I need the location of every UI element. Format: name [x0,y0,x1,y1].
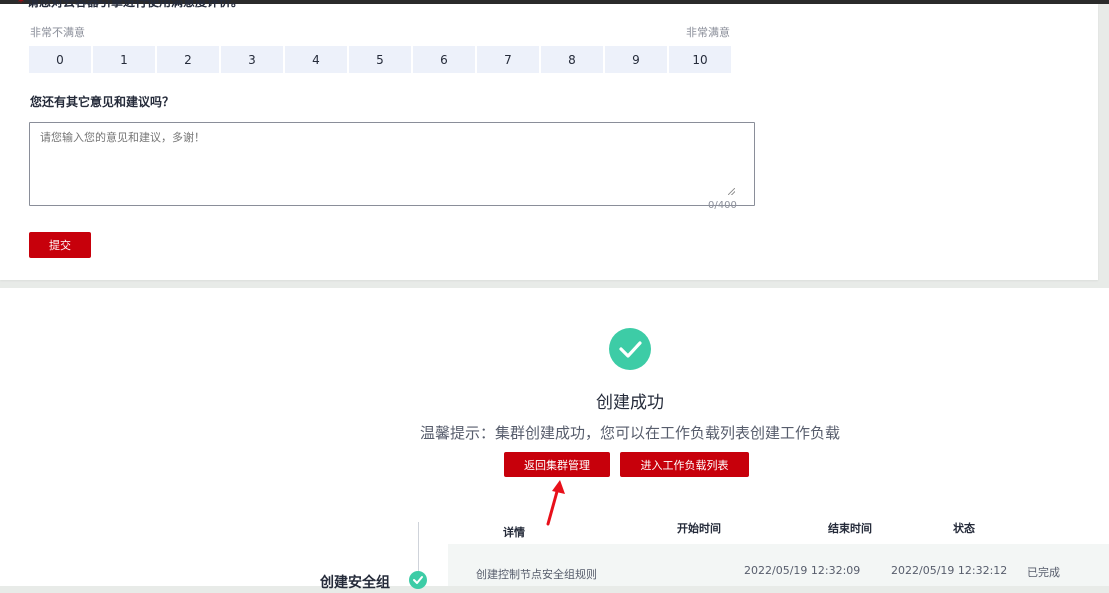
survey-question-feedback: 您还有其它意见和建议吗？ [30,95,175,109]
score-option-4[interactable]: 4 [285,46,347,73]
timeline-step-label: 创建安全组 [320,575,390,591]
score-option-2[interactable]: 2 [157,46,219,73]
column-header-status: 状态 [953,522,975,535]
column-header-end-time: 结束时间 [828,522,872,535]
check-circle-icon [609,328,651,370]
score-option-10[interactable]: 10 [669,46,731,73]
score-option-5[interactable]: 5 [349,46,411,73]
score-option-9[interactable]: 9 [605,46,667,73]
task-status: 已完成 [1027,566,1060,579]
char-counter: 0/400 [708,200,737,211]
score-selector: 0 1 2 3 4 5 6 7 8 9 10 [29,46,731,73]
red-arrow-icon [546,480,565,526]
task-start-time: 2022/05/19 12:32:09 [744,564,861,577]
required-mark: * [18,0,24,9]
score-option-3[interactable]: 3 [221,46,283,73]
table-row: 创建控制节点安全组规则 2022/05/19 12:32:09 2022/05/… [448,544,1109,586]
scale-low-label: 非常不满意 [30,26,85,39]
go-to-workload-button[interactable]: 进入工作负载列表 [620,452,749,477]
feedback-textarea[interactable] [29,122,755,206]
cluster-creation-result: 创建成功 温馨提示：集群创建成功，您可以在工作负载列表创建工作负载 返回集群管理… [0,288,1109,591]
result-hint: 温馨提示：集群创建成功，您可以在工作负载列表创建工作负载 [419,424,840,442]
score-option-8[interactable]: 8 [541,46,603,73]
task-detail: 创建控制节点安全组规则 [476,568,597,581]
timeline-connector [418,522,419,574]
task-end-time: 2022/05/19 12:32:12 [891,564,1008,577]
back-to-cluster-button[interactable]: 返回集群管理 [504,452,610,477]
score-option-7[interactable]: 7 [477,46,539,73]
resize-grip-icon[interactable] [728,188,735,195]
step-check-icon [409,571,427,589]
column-header-detail: 详情 [503,526,525,539]
satisfaction-survey: * 请您对云容器引擎进行使用满意度评价。 非常不满意 非常满意 0 1 2 3 4… [0,0,1098,280]
score-option-1[interactable]: 1 [93,46,155,73]
score-option-6[interactable]: 6 [413,46,475,73]
submit-button[interactable]: 提交 [29,232,91,258]
question-rating-text: 请您对云容器引擎进行使用满意度评价。 [27,0,244,9]
score-option-0[interactable]: 0 [29,46,91,73]
scale-high-label: 非常满意 [686,26,730,39]
column-header-start-time: 开始时间 [677,522,721,535]
survey-question-rating: * 请您对云容器引擎进行使用满意度评价。 [18,0,243,10]
result-title: 创建成功 [596,393,664,413]
